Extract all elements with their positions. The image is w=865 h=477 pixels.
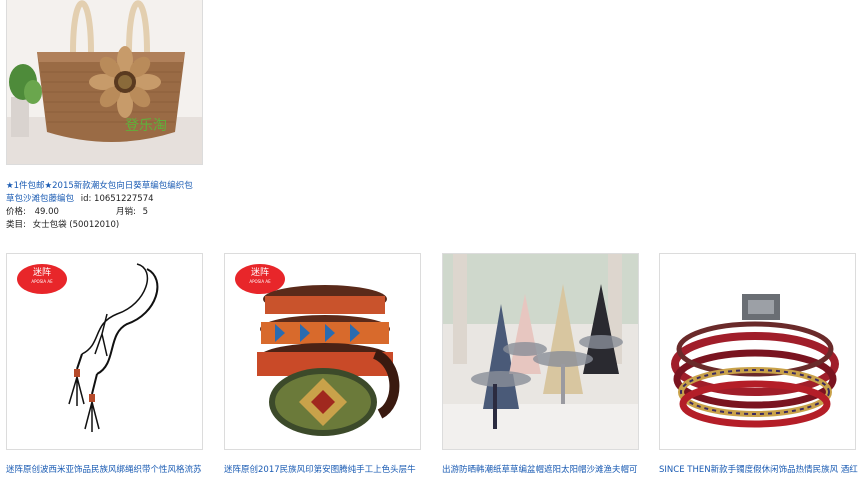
product-id: id: 10651227574 <box>80 194 154 204</box>
product-thumbnail[interactable] <box>442 253 639 450</box>
product-title[interactable]: 迷阵原创波西米亚饰品民族风绑绳织带个性风格流苏 <box>6 464 202 477</box>
product-thumbnail[interactable]: 迷阵 APOSIA AE <box>224 253 421 450</box>
tassel-necklace-image <box>68 263 159 432</box>
product-title[interactable]: 出游防晒韩潮纸草草编盆帽遮阳太阳帽沙滩渔夫帽可 <box>442 464 638 477</box>
watermark-text: 登乐淘 <box>125 118 167 134</box>
sales-row: 月销: 5 <box>116 206 148 219</box>
straw-bag-image: 登乐淘 <box>7 0 202 164</box>
category-label: 类目: <box>6 220 26 230</box>
category-value: 女士包袋 (50012010) <box>32 220 120 230</box>
product-thumbnail[interactable] <box>659 253 856 450</box>
price-value: 49.00 <box>34 207 59 217</box>
bracelet-image <box>671 294 839 428</box>
featured-product-title-cont[interactable]: 草包沙滩包藤编包 <box>6 194 74 204</box>
product-thumbnail[interactable]: 迷阵 APOSIA AE <box>6 253 203 450</box>
price-label: 价格: <box>6 207 26 217</box>
featured-product-thumbnail[interactable]: 登乐淘 <box>6 0 203 165</box>
product-title[interactable]: 迷阵原创2017民族风印第安图腾纯手工上色头层牛 <box>224 464 416 477</box>
product-title[interactable]: SINCE THEN新款手镯度假休闲饰品热情民族风 酒红 <box>659 464 858 477</box>
category-row: 类目: 女士包袋 (50012010) <box>6 219 119 232</box>
featured-product-title[interactable]: ★1件包邮★2015新款潮女包向日葵草编包编织包 <box>6 180 193 193</box>
straw-hats-image <box>443 254 638 449</box>
leather-belt-image <box>257 285 400 436</box>
sales-value: 5 <box>142 207 148 217</box>
featured-product-title-line2: 草包沙滩包藤编包 id: 10651227574 <box>6 193 154 206</box>
price-row: 价格: 49.00 <box>6 206 59 219</box>
sales-label: 月销: <box>116 207 136 217</box>
